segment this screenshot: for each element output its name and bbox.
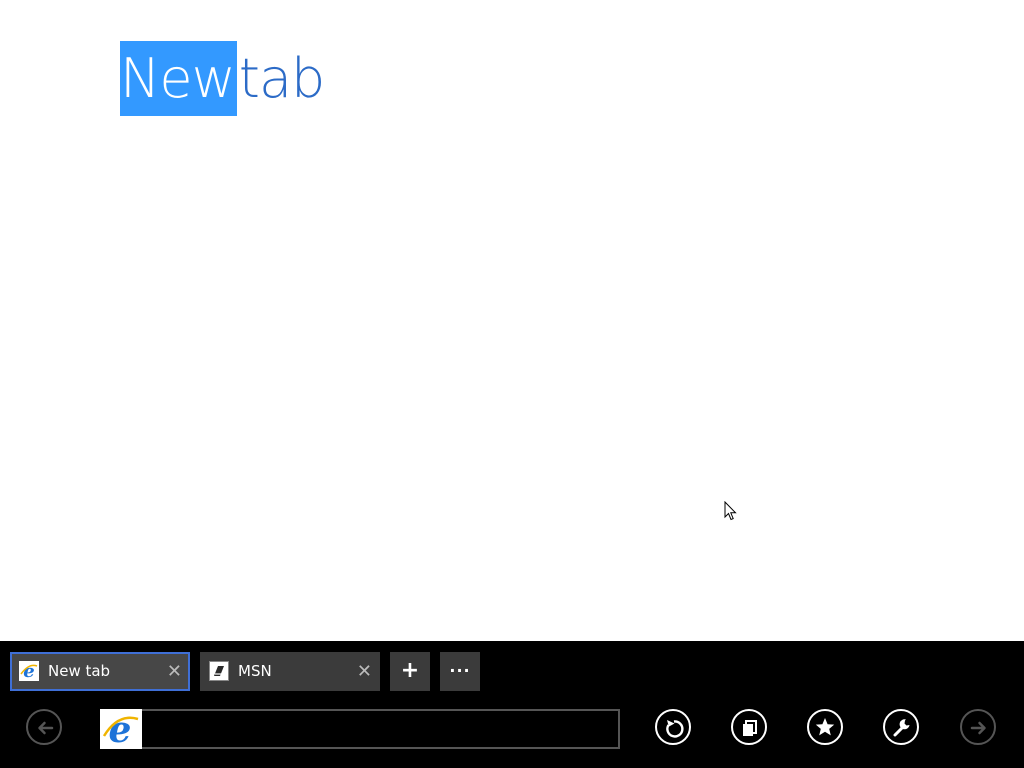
tab-options-button[interactable]: ··· xyxy=(440,652,480,691)
mouse-cursor-icon xyxy=(724,500,738,525)
page-title: Newtab xyxy=(120,41,326,116)
ie-logo-icon: e xyxy=(100,709,142,751)
svg-text:e: e xyxy=(23,661,34,681)
favorites-button[interactable] xyxy=(807,709,843,745)
arrow-left-icon xyxy=(38,721,54,735)
forward-button[interactable] xyxy=(960,709,996,745)
tab-msn[interactable]: MSN ✕ xyxy=(200,652,380,691)
refresh-icon xyxy=(666,720,684,738)
star-icon xyxy=(815,718,835,736)
address-bar[interactable]: e xyxy=(100,709,620,751)
address-input[interactable] xyxy=(144,711,618,749)
svg-text:e: e xyxy=(109,709,132,749)
page-tools-button[interactable] xyxy=(883,709,919,745)
page-title-selected-text[interactable]: New xyxy=(120,41,237,116)
new-tab-button[interactable]: + xyxy=(390,652,430,691)
arrow-right-icon xyxy=(970,721,986,735)
tab-label: New tab xyxy=(48,662,111,680)
tab-label: MSN xyxy=(238,662,272,680)
wrench-icon xyxy=(893,719,910,737)
navigation-app-bar: e New tab ✕ MSN ✕ + ··· e xyxy=(0,641,1024,768)
pin-icon xyxy=(743,720,757,736)
pin-to-start-button[interactable] xyxy=(731,709,767,745)
ie-icon: e xyxy=(19,661,39,682)
refresh-button[interactable] xyxy=(655,709,691,745)
close-tab-icon[interactable]: ✕ xyxy=(167,654,182,689)
close-tab-icon[interactable]: ✕ xyxy=(357,652,372,691)
tab-new-tab[interactable]: e New tab ✕ xyxy=(10,652,190,691)
back-button[interactable] xyxy=(26,709,62,745)
msn-icon xyxy=(209,661,229,681)
page-title-text[interactable]: tab xyxy=(237,41,326,116)
